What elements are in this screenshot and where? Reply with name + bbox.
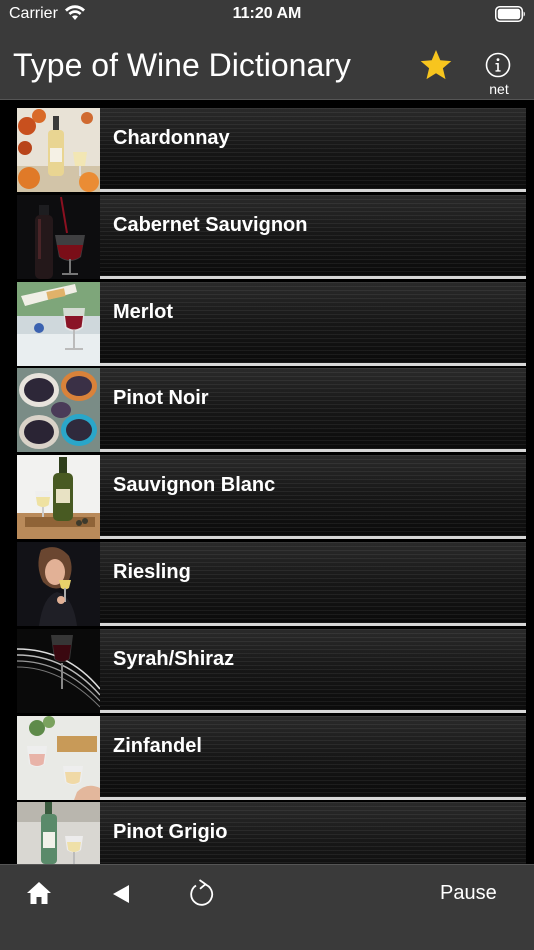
chardonnay-thumbnail: [17, 108, 100, 192]
info-label: net: [489, 81, 509, 97]
list-item-pinot-grigio[interactable]: Pinot Grigio: [17, 802, 526, 864]
list-item-label: Sauvignon Blanc: [113, 474, 276, 497]
list-item-merlot[interactable]: Merlot: [17, 281, 526, 366]
sauvignon-blanc-thumbnail: [17, 455, 100, 540]
pinot-grigio-thumbnail: [17, 802, 100, 864]
navigation-bar: Type of Wine Dictionary net: [0, 30, 534, 100]
merlot-thumbnail: [17, 281, 100, 366]
battery-icon: [495, 6, 525, 22]
list-item-label: Pinot Grigio: [113, 821, 228, 844]
list-item-sauvignon-blanc[interactable]: Sauvignon Blanc: [17, 455, 526, 540]
list-item-riesling[interactable]: Riesling: [17, 541, 526, 626]
zinfandel-thumbnail: [17, 715, 100, 800]
pause-button[interactable]: Pause: [440, 882, 497, 905]
list-item-label: Syrah/Shiraz: [113, 647, 235, 670]
back-icon[interactable]: [110, 883, 132, 905]
list-item-label: Merlot: [113, 300, 173, 323]
list-item-label: Cabernet Sauvignon: [113, 213, 308, 236]
refresh-icon[interactable]: [188, 878, 216, 908]
home-indicator-area: [0, 921, 534, 950]
info-button[interactable]: net: [478, 50, 520, 100]
list-item-cabernet-sauvignon[interactable]: Cabernet Sauvignon: [17, 194, 526, 279]
list-item-chardonnay[interactable]: Chardonnay: [17, 108, 526, 192]
riesling-thumbnail: [17, 541, 100, 626]
home-icon[interactable]: [26, 880, 52, 906]
syrah-shiraz-thumbnail: [17, 628, 100, 713]
list-item-label: Chardonnay: [113, 127, 230, 149]
status-bar: Carrier 11:20 AM: [0, 0, 534, 30]
info-icon: [485, 52, 511, 78]
bottom-toolbar: Pause: [0, 864, 534, 921]
page-title: Type of Wine Dictionary: [13, 47, 351, 83]
status-time: 11:20 AM: [232, 5, 302, 22]
list-item-label: Zinfandel: [113, 734, 202, 757]
list-item-label: Pinot Noir: [113, 387, 209, 410]
list-item-pinot-noir[interactable]: Pinot Noir: [17, 368, 526, 453]
star-icon[interactable]: [418, 47, 454, 83]
wine-list[interactable]: Chardonnay Cabernet Sauvignon Merlot Pin…: [17, 108, 526, 864]
list-item-zinfandel[interactable]: Zinfandel: [17, 715, 526, 800]
list-item-syrah-shiraz[interactable]: Syrah/Shiraz: [17, 628, 526, 713]
pinot-noir-thumbnail: [17, 368, 100, 453]
list-item-label: Riesling: [113, 560, 191, 583]
cabernet-sauvignon-thumbnail: [17, 194, 100, 279]
